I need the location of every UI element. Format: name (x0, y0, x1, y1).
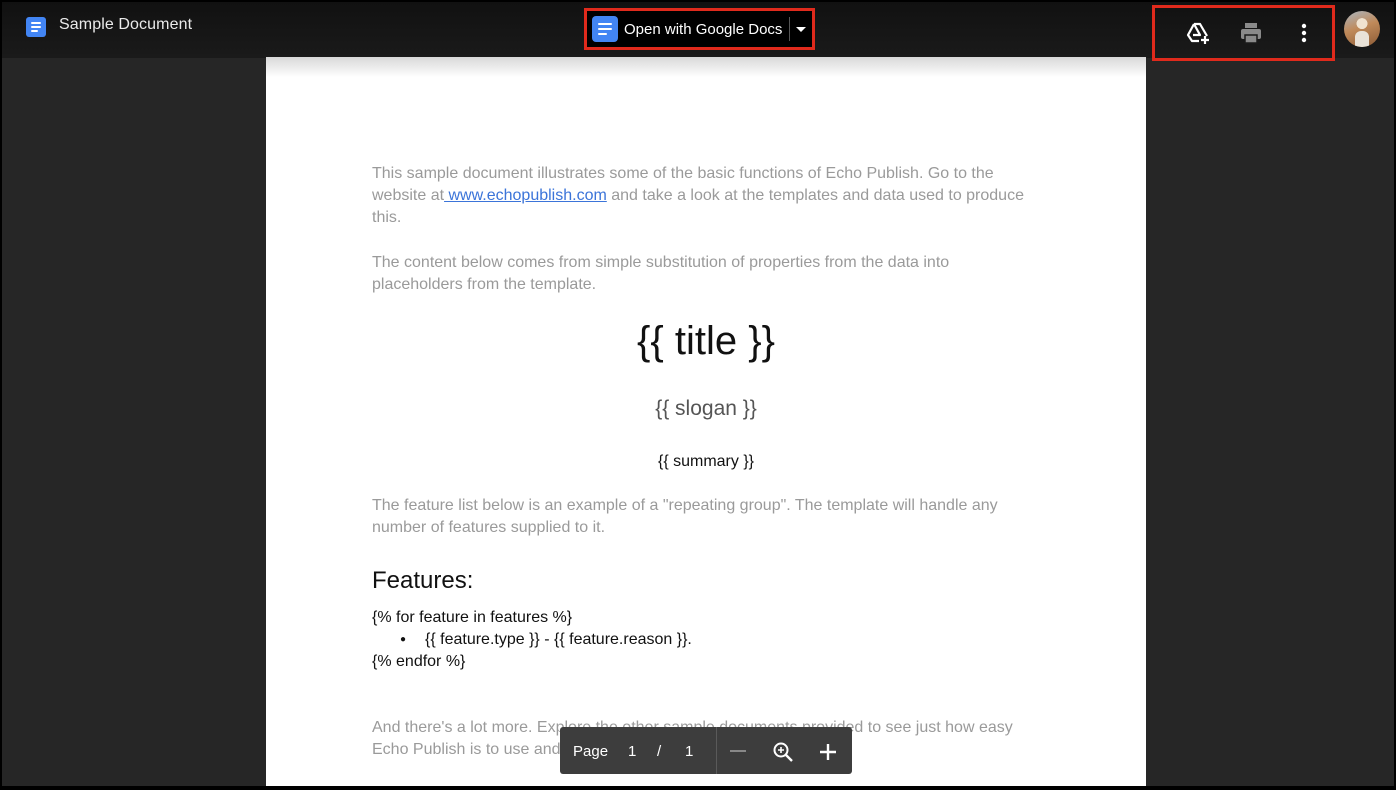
caret-down-icon[interactable] (796, 27, 806, 32)
toolbar-actions (1152, 5, 1335, 61)
user-avatar[interactable] (1344, 11, 1380, 47)
open-with-label: Open with Google Docs (624, 21, 783, 38)
loop-start: {% for feature in features %} (372, 609, 573, 626)
bullet-icon: ● (400, 634, 407, 645)
features-heading: Features: (372, 567, 474, 594)
intro-paragraph-2: The content below comes from simple subs… (372, 254, 950, 293)
zoom-in-icon[interactable] (772, 741, 794, 763)
bottom-edge (0, 786, 1396, 790)
open-with-google-docs-button[interactable]: Open with Google Docs (584, 8, 815, 50)
features-intro: The feature list below is an example of … (372, 497, 998, 536)
feature-item: {{ feature.type }} - {{ feature.reason }… (425, 631, 692, 648)
intro-paragraph-1: This sample document illustrates some of… (372, 163, 1052, 229)
google-docs-icon (592, 16, 618, 42)
total-pages: 1 (685, 743, 694, 760)
title-placeholder: {{ title }} (637, 319, 775, 363)
divider (716, 727, 717, 774)
divider (789, 17, 790, 41)
echopublish-link[interactable]: www.echopublish.com (444, 187, 606, 204)
print-icon[interactable] (1238, 20, 1264, 46)
document-page: This sample document illustrates some of… (266, 57, 1146, 788)
summary-placeholder: {{ summary }} (657, 453, 755, 470)
more-vertical-icon[interactable] (1291, 20, 1317, 46)
minus-icon[interactable] (730, 750, 746, 752)
add-to-drive-icon[interactable] (1185, 20, 1211, 46)
viewer-window: Sample Document Open with Google Docs Th… (2, 2, 1394, 788)
google-docs-icon (26, 17, 46, 37)
loop-end: {% endfor %} (372, 653, 466, 670)
page-controls: Page 1 / 1 (560, 727, 852, 774)
slogan-placeholder: {{ slogan }} (655, 397, 757, 420)
current-page-input[interactable]: 1 (628, 743, 636, 760)
top-bar: Sample Document Open with Google Docs (2, 2, 1394, 61)
page-separator: / (657, 743, 662, 760)
document-title: Sample Document (59, 16, 193, 33)
plus-icon[interactable] (819, 743, 837, 761)
page-label: Page (573, 743, 609, 760)
